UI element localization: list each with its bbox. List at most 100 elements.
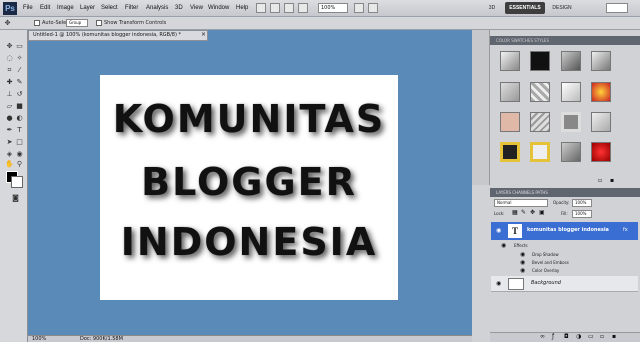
lock-transparency-icon[interactable]: ▦: [512, 209, 518, 217]
menu-analysis[interactable]: Analysis: [146, 3, 168, 13]
layers-tabs[interactable]: LAYERS CHANNELS PATHS: [490, 190, 548, 195]
adjustment-layer-icon[interactable]: ◑: [576, 333, 581, 341]
style-swatch[interactable]: [530, 142, 550, 162]
add-mask-icon[interactable]: ◘: [564, 333, 569, 341]
3d-camera-icon[interactable]: ◉: [15, 150, 24, 159]
style-swatch[interactable]: [561, 142, 581, 162]
search-field[interactable]: [606, 3, 628, 13]
effect-eye-icon[interactable]: ◉: [520, 251, 525, 259]
close-icon[interactable]: ×: [201, 31, 206, 39]
zoom-tool-icon[interactable]: ⚲: [15, 160, 24, 169]
menu-edit[interactable]: Edit: [40, 3, 50, 13]
style-swatch[interactable]: [561, 51, 581, 71]
lasso-icon[interactable]: ◌: [5, 54, 14, 63]
lock-position-icon[interactable]: ✥: [530, 209, 535, 217]
healing-brush-icon[interactable]: ✚: [5, 78, 14, 87]
screen-mode-icon[interactable]: [368, 3, 378, 13]
effect-color-overlay[interactable]: Color Overlay: [532, 268, 559, 274]
menu-filter[interactable]: Filter: [125, 3, 138, 13]
lock-image-icon[interactable]: ✎: [521, 209, 526, 217]
clone-stamp-icon[interactable]: ⊥: [5, 90, 14, 99]
auto-select-checkbox[interactable]: [34, 20, 40, 26]
shape-icon[interactable]: □: [15, 138, 24, 147]
menu-select[interactable]: Select: [101, 3, 118, 13]
visibility-eye-icon[interactable]: ◉: [496, 280, 501, 288]
marquee-icon[interactable]: ▭: [15, 42, 24, 51]
effect-eye-icon[interactable]: ◉: [520, 267, 525, 275]
style-swatch[interactable]: [530, 112, 550, 132]
menu-3d[interactable]: 3D: [175, 3, 183, 13]
effects-eye-icon[interactable]: ◉: [501, 242, 506, 250]
eyedropper-icon[interactable]: ⁄: [15, 66, 24, 75]
style-swatch[interactable]: [530, 82, 550, 102]
style-swatch[interactable]: [591, 51, 611, 71]
document-tab[interactable]: Untitled-1 @ 100% (komunitas blogger ind…: [28, 30, 208, 41]
type-icon[interactable]: T: [15, 126, 24, 135]
canvas[interactable]: KOMUNITAS BLOGGER INDONESIA: [100, 75, 398, 300]
menu-window[interactable]: Window: [208, 3, 229, 13]
dodge-icon[interactable]: ◐: [15, 114, 24, 123]
mini-bridge-icon[interactable]: [270, 3, 280, 13]
style-swatch[interactable]: [500, 112, 520, 132]
text-layer-name[interactable]: komunitas blogger indonesia: [527, 227, 609, 233]
view-extras-icon[interactable]: [284, 3, 294, 13]
workspace-essentials[interactable]: ESSENTIALS: [505, 2, 545, 14]
bridge-icon[interactable]: [256, 3, 266, 13]
style-swatch[interactable]: [591, 82, 611, 102]
transform-controls-checkbox[interactable]: [96, 20, 102, 26]
opacity-field[interactable]: 100%: [572, 199, 592, 207]
new-layer-icon[interactable]: ▫: [600, 333, 604, 341]
history-brush-icon[interactable]: ↺: [15, 90, 24, 99]
background-layer-name[interactable]: Background: [531, 280, 561, 286]
menu-help[interactable]: Help: [236, 3, 248, 13]
style-swatch[interactable]: [591, 142, 611, 162]
move-icon[interactable]: ✥: [5, 42, 14, 51]
workspace-design[interactable]: DESIGN: [548, 2, 576, 14]
arrange-documents-icon[interactable]: [354, 3, 364, 13]
styles-tabs[interactable]: COLOR SWATCHES STYLES: [490, 38, 549, 43]
menu-image[interactable]: Image: [57, 3, 74, 13]
menu-view[interactable]: View: [190, 3, 203, 13]
hand-tool-icon[interactable]: ✋: [5, 160, 14, 169]
new-group-icon[interactable]: ▭: [588, 333, 594, 341]
style-swatch[interactable]: [561, 112, 581, 132]
auto-select-dropdown[interactable]: Group: [66, 19, 88, 27]
workspace-3d[interactable]: 3D: [482, 2, 502, 14]
brush-icon[interactable]: ✎: [15, 78, 24, 87]
lock-all-icon[interactable]: ▣: [539, 209, 545, 217]
move-tool-icon[interactable]: ✥: [3, 19, 12, 28]
magic-wand-icon[interactable]: ✧: [15, 54, 24, 63]
3d-rotate-icon[interactable]: ◈: [5, 150, 14, 159]
pen-icon[interactable]: ✒: [5, 126, 14, 135]
effect-bevel-emboss[interactable]: Bevel and Emboss: [532, 260, 569, 266]
style-swatch[interactable]: [500, 142, 520, 162]
layer-row-background[interactable]: ◉ Background: [491, 276, 638, 292]
effect-eye-icon[interactable]: ◉: [520, 259, 525, 267]
gradient-icon[interactable]: ■: [15, 102, 24, 111]
zoom-level[interactable]: 100%: [318, 3, 348, 13]
layer-row-text[interactable]: ◉ T komunitas blogger indonesia fx: [491, 222, 638, 240]
style-swatch[interactable]: [500, 82, 520, 102]
style-swatch[interactable]: [591, 112, 611, 132]
menu-layer[interactable]: Layer: [80, 3, 95, 13]
add-style-icon[interactable]: ƒ: [552, 333, 554, 341]
crop-icon[interactable]: ⌗: [5, 66, 14, 75]
blur-icon[interactable]: ●: [5, 114, 14, 123]
link-layers-icon[interactable]: ∞: [540, 333, 545, 341]
style-swatch[interactable]: [530, 51, 550, 71]
eraser-icon[interactable]: ▱: [5, 102, 14, 111]
style-swatch[interactable]: [561, 82, 581, 102]
menu-file[interactable]: File: [23, 3, 33, 13]
fill-field[interactable]: 100%: [572, 210, 592, 218]
path-selection-icon[interactable]: ➤: [5, 138, 14, 147]
style-swatch[interactable]: [500, 51, 520, 71]
background-color-swatch[interactable]: [11, 176, 23, 188]
new-style-icon[interactable]: ▫: [598, 177, 602, 185]
delete-layer-icon[interactable]: ▪: [612, 333, 616, 341]
quick-mask-icon[interactable]: ◙: [11, 194, 20, 203]
delete-style-icon[interactable]: ▪: [610, 177, 614, 185]
effect-drop-shadow[interactable]: Drop Shadow: [532, 252, 559, 258]
visibility-eye-icon[interactable]: ◉: [496, 227, 501, 235]
hand-icon[interactable]: [298, 3, 308, 13]
fx-badge[interactable]: fx: [623, 227, 628, 233]
